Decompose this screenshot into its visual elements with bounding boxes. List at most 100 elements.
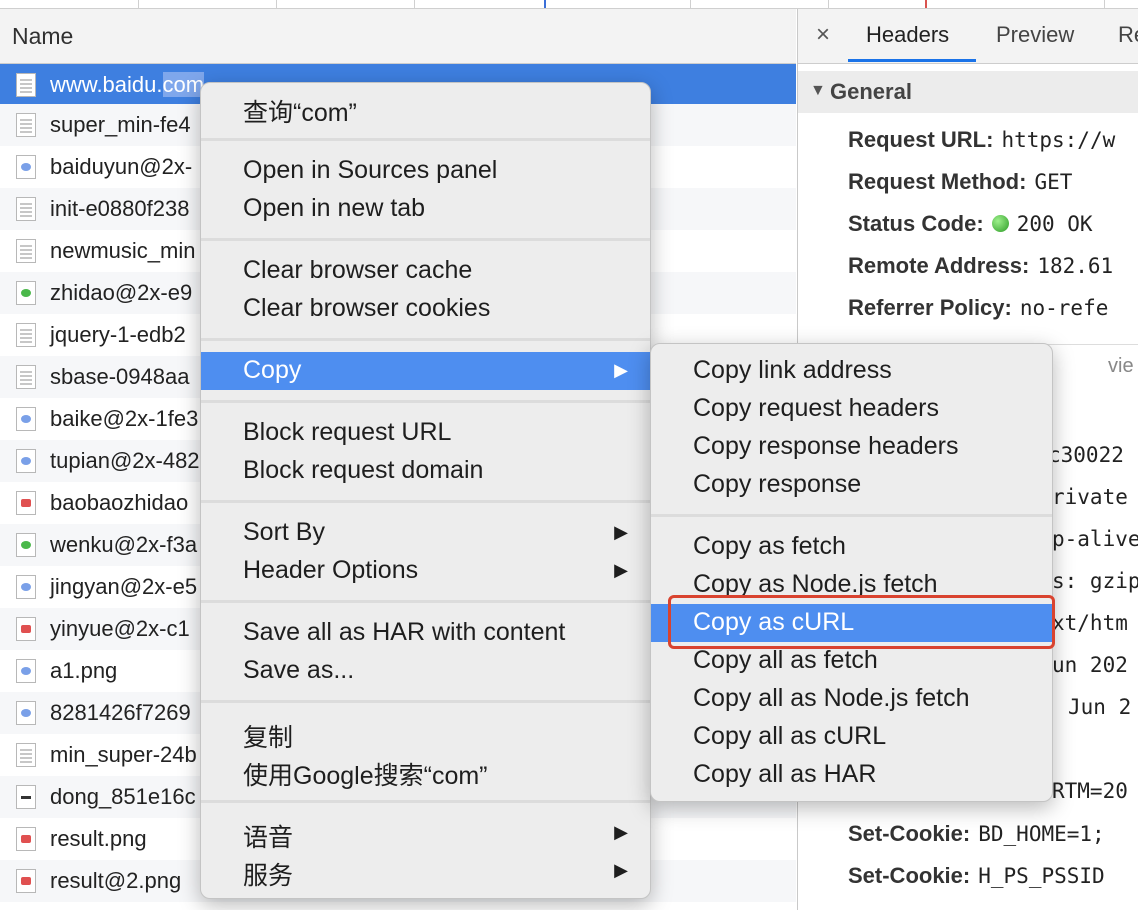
menu-item-open-in-sources[interactable]: Open in Sources panel — [201, 152, 650, 190]
request-name: jingyan@2x-e5 — [50, 574, 198, 599]
menu-item-label: 查询“com” — [243, 99, 357, 127]
menu-item-copy-response[interactable]: Copy response — [651, 466, 1052, 504]
document-icon — [16, 113, 36, 137]
menu-item-copy-all-as-curl[interactable]: Copy all as cURL — [651, 718, 1052, 756]
request-name: a1.png — [50, 658, 118, 683]
menu-item-open-in-new-tab[interactable]: Open in new tab — [201, 190, 650, 228]
menu-item-label: Copy as fetch — [693, 532, 846, 560]
timeline-tick — [414, 0, 415, 8]
menu-item-label: Copy as Node.js fetch — [693, 570, 938, 598]
menu-item-clear-cache[interactable]: Clear browser cache — [201, 252, 650, 290]
menu-item-label: Sort By — [243, 518, 325, 546]
dom-content-loaded-marker — [544, 0, 546, 8]
request-name: min_super-24b — [50, 742, 197, 767]
menu-item-label: 语音 — [243, 824, 294, 852]
menu-item-copy-as-nodejs-fetch[interactable]: Copy as Node.js fetch — [651, 566, 1052, 604]
request-name: wenku@2x-f3a — [50, 532, 198, 557]
request-name-prefix: www.baidu. — [50, 72, 163, 97]
header-value-fragment: xt/htm — [1052, 611, 1128, 635]
menu-item-copy-cn[interactable]: 复制 — [201, 714, 650, 752]
menu-item-label: Save as... — [243, 656, 355, 684]
menu-item-save-as[interactable]: Save as... — [201, 652, 650, 690]
network-timeline-strip — [0, 0, 1138, 9]
menu-item-google-search[interactable]: 使用Google搜索“com” — [201, 752, 650, 790]
menu-item-label: Clear browser cookies — [243, 294, 491, 322]
submenu-arrow-icon: ▶ — [614, 860, 628, 880]
header-value-fragment: Jun 2 — [1068, 695, 1132, 719]
header-key: Set-Cookie: — [848, 821, 971, 846]
menu-item-copy-as-fetch[interactable]: Copy as fetch — [651, 528, 1052, 566]
timeline-tick — [690, 0, 691, 8]
document-icon — [16, 73, 36, 97]
menu-item-label: Clear browser cache — [243, 256, 473, 284]
menu-item-label: Copy response headers — [693, 432, 959, 460]
menu-item-label: Copy as cURL — [693, 608, 855, 636]
image-icon — [16, 869, 36, 893]
menu-item-save-har[interactable]: Save all as HAR with content — [201, 614, 650, 652]
active-tab-indicator — [848, 59, 976, 62]
header-value: H_PS_PSSID — [978, 864, 1105, 888]
timeline-tick — [138, 0, 139, 8]
header-value: no-refe — [1019, 296, 1109, 320]
request-name: baike@2x-1fe3 — [50, 406, 199, 431]
tab-preview[interactable]: Preview — [996, 22, 1074, 48]
request-name: sbase-0948aa — [50, 364, 190, 389]
close-icon[interactable]: × — [816, 21, 830, 49]
set-cookie-row: Set-Cookie: BD_HOME=1; — [848, 821, 1105, 847]
menu-item-label: Open in new tab — [243, 194, 426, 222]
referrer-policy-row: Referrer Policy: no-refe — [848, 295, 1108, 321]
menu-item-block-domain[interactable]: Block request domain — [201, 452, 650, 490]
menu-item-copy[interactable]: Copy ▶ — [201, 352, 650, 390]
remote-address-row: Remote Address: 182.61 — [848, 253, 1113, 279]
request-name: newmusic_min — [50, 238, 196, 263]
menu-item-copy-all-as-har[interactable]: Copy all as HAR — [651, 756, 1052, 794]
document-icon — [16, 197, 36, 221]
menu-item-label: Save all as HAR with content — [243, 618, 566, 646]
context-menu: 查询“com” Open in Sources panel Open in ne… — [200, 82, 651, 899]
menu-item-label: 复制 — [243, 724, 294, 752]
submenu-arrow-icon: ▶ — [614, 522, 628, 542]
menu-item-label: Copy all as Node.js fetch — [693, 684, 970, 712]
name-column-header[interactable]: Name — [0, 9, 796, 64]
menu-item-copy-link-address[interactable]: Copy link address — [651, 352, 1052, 390]
menu-item-header-options[interactable]: Header Options ▶ — [201, 552, 650, 590]
header-value-fragment: p-alive — [1052, 527, 1138, 551]
request-name: jquery-1-edb2 — [50, 322, 186, 347]
request-name: yinyue@2x-c1 — [50, 616, 190, 641]
tab-response[interactable]: Re — [1118, 22, 1138, 48]
menu-item-copy-request-headers[interactable]: Copy request headers — [651, 390, 1052, 428]
request-name: www.baidu.com — [50, 72, 205, 98]
timeline-tick — [828, 0, 829, 8]
triangle-down-icon: ▼ — [810, 82, 826, 99]
menu-item-copy-response-headers[interactable]: Copy response headers — [651, 428, 1052, 466]
menu-separator — [201, 400, 650, 403]
header-value-fragment: rivate — [1052, 485, 1128, 509]
view-source-link[interactable]: vie — [1108, 355, 1134, 378]
menu-item-sort-by[interactable]: Sort By ▶ — [201, 514, 650, 552]
menu-separator — [201, 500, 650, 503]
general-section-header[interactable]: ▼ General — [798, 71, 1138, 113]
header-key: Set-Cookie: — [848, 863, 971, 888]
menu-item-lookup[interactable]: 查询“com” — [201, 89, 650, 127]
header-key: Status Code: — [848, 211, 984, 236]
tab-headers[interactable]: Headers — [866, 22, 949, 48]
menu-separator — [201, 338, 650, 341]
menu-item-speech[interactable]: 语音 ▶ — [201, 814, 650, 852]
menu-item-copy-all-as-fetch[interactable]: Copy all as fetch — [651, 642, 1052, 680]
menu-item-copy-all-as-nodejs-fetch[interactable]: Copy all as Node.js fetch — [651, 680, 1052, 718]
submenu-arrow-icon: ▶ — [614, 822, 628, 842]
request-name: 8281426f7269 — [50, 700, 191, 725]
image-icon — [16, 785, 36, 809]
menu-item-copy-as-curl[interactable]: Copy as cURL — [651, 604, 1052, 642]
image-icon — [16, 827, 36, 851]
header-value-fragment: c30022 — [1048, 443, 1124, 467]
selected-text-highlight: com — [162, 72, 205, 97]
timeline-tick — [276, 0, 277, 8]
menu-item-services[interactable]: 服务 ▶ — [201, 852, 650, 890]
menu-item-block-url[interactable]: Block request URL — [201, 414, 650, 452]
set-cookie-row: Set-Cookie: H_PS_PSSID — [848, 863, 1105, 889]
timeline-tick — [1104, 0, 1105, 8]
request-name: baiduyun@2x- — [50, 154, 193, 179]
menu-item-label: Copy request headers — [693, 394, 939, 422]
menu-item-clear-cookies[interactable]: Clear browser cookies — [201, 290, 650, 328]
